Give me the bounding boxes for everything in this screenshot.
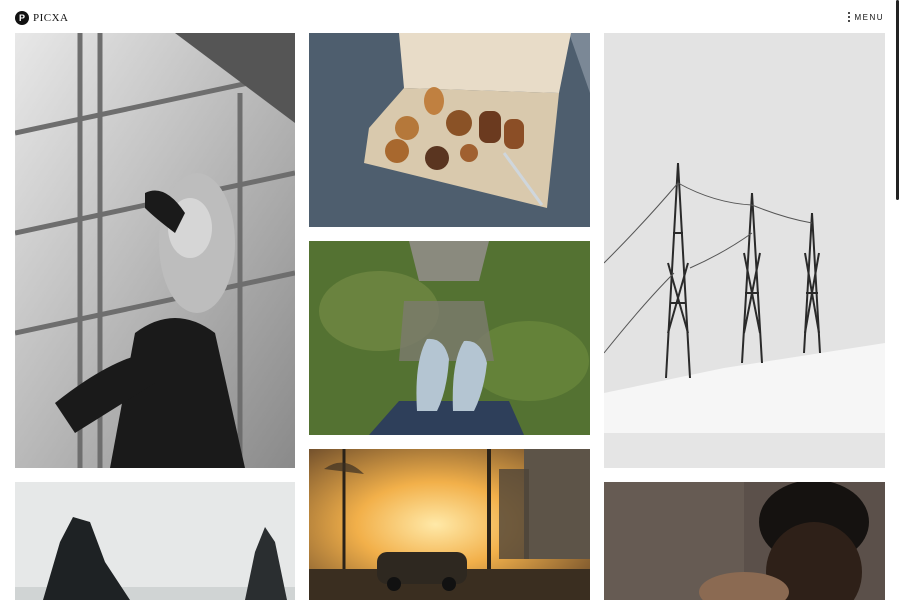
site-logo[interactable]: P PICXA	[15, 10, 69, 26]
photo-sea-stacks[interactable]	[15, 482, 295, 600]
site-header: P PICXA MENU	[0, 0, 900, 33]
menu-label: MENU	[854, 12, 884, 22]
menu-button[interactable]: MENU	[848, 12, 884, 22]
logo-badge: P	[15, 11, 29, 25]
logo-text: PICXA	[33, 12, 69, 24]
photo-feet-grass[interactable]	[309, 241, 590, 435]
scrollbar-thumb[interactable]	[896, 0, 899, 200]
menu-dots-icon	[848, 12, 851, 22]
photo-woman-window[interactable]	[15, 33, 295, 468]
photo-portrait[interactable]	[604, 482, 885, 600]
photo-power-towers[interactable]	[604, 33, 885, 468]
photo-donut-box[interactable]	[309, 33, 590, 227]
photo-sunset-street[interactable]	[309, 449, 590, 600]
